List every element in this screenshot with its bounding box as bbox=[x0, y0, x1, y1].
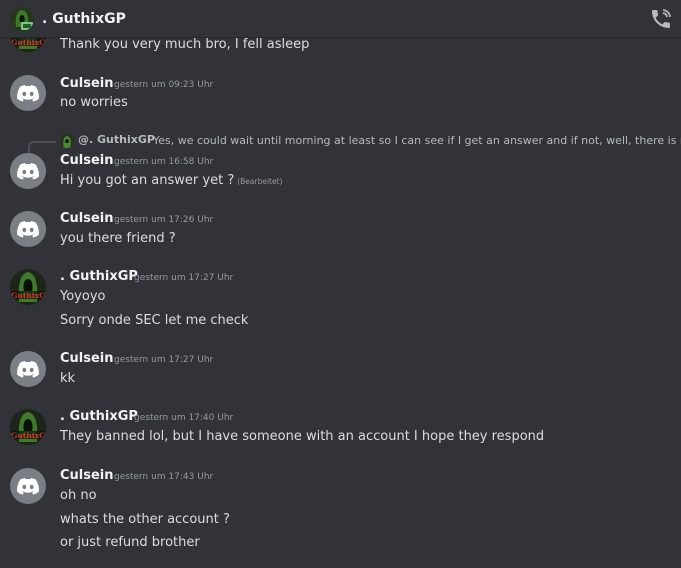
discord-logo-icon bbox=[17, 84, 39, 101]
edited-label: (Bearbeitet) bbox=[237, 177, 283, 186]
avatar-tag: GuthixGP bbox=[11, 38, 46, 47]
user-avatar[interactable] bbox=[10, 211, 46, 247]
username[interactable]: . GuthixGP bbox=[60, 269, 138, 284]
username[interactable]: Culsein bbox=[60, 468, 114, 483]
message-list: GuthixGP Thank you very much bro, I fell… bbox=[0, 38, 681, 568]
reply-preview[interactable]: @. GuthixGP Yes, we could wait until mor… bbox=[28, 132, 681, 155]
avatar-tag: GuthixGP bbox=[11, 291, 46, 300]
timestamp: gestern um 17:40 Uhr bbox=[134, 413, 234, 423]
timestamp: gestern um 16:58 Uhr bbox=[114, 157, 214, 167]
username[interactable]: Culsein bbox=[60, 153, 114, 168]
voice-call-icon[interactable] bbox=[649, 7, 673, 31]
timestamp: gestern um 09:23 Uhr bbox=[114, 80, 214, 90]
chat-header: . GuthixGP bbox=[0, 0, 681, 38]
user-avatar[interactable] bbox=[10, 153, 46, 189]
user-avatar[interactable] bbox=[10, 75, 46, 111]
timestamp: gestern um 17:26 Uhr bbox=[114, 215, 214, 225]
message-text: oh no bbox=[60, 488, 97, 503]
username[interactable]: Culsein bbox=[60, 351, 114, 366]
discord-logo-icon bbox=[17, 477, 39, 494]
user-avatar[interactable]: GuthixGP bbox=[10, 269, 46, 305]
guthix-avatar[interactable] bbox=[10, 6, 34, 31]
hooded-figure-icon bbox=[10, 6, 34, 31]
message-text: Yoyoyo bbox=[60, 289, 106, 304]
timestamp: gestern um 17:27 Uhr bbox=[114, 355, 214, 365]
hooded-figure-icon bbox=[60, 135, 74, 148]
message-text: or just refund brother bbox=[60, 535, 200, 550]
username[interactable]: Culsein bbox=[60, 211, 114, 226]
message-text: Thank you very much bro, I fell asleep bbox=[60, 38, 310, 52]
message-text: They banned lol, but I have someone with… bbox=[60, 429, 545, 444]
discord-logo-icon bbox=[17, 360, 39, 377]
message-body: Hi you got an answer yet ? bbox=[60, 173, 235, 188]
chat-title: . GuthixGP bbox=[42, 10, 126, 27]
user-avatar[interactable]: GuthixGP bbox=[10, 38, 46, 52]
username[interactable]: . GuthixGP bbox=[60, 409, 138, 424]
username[interactable]: Culsein bbox=[60, 76, 114, 91]
message-text: whats the other account ? bbox=[60, 512, 230, 527]
discord-logo-icon bbox=[17, 162, 39, 179]
reply-avatar bbox=[60, 134, 74, 148]
reply-author[interactable]: @. GuthixGP bbox=[78, 133, 155, 146]
message-text: you there friend ? bbox=[60, 231, 176, 246]
timestamp: gestern um 17:43 Uhr bbox=[114, 472, 214, 482]
discord-logo-icon bbox=[17, 220, 39, 237]
message-text: Sorry onde SEC let me check bbox=[60, 313, 249, 328]
user-avatar[interactable]: GuthixGP bbox=[10, 409, 46, 445]
message-text: kk bbox=[60, 371, 76, 386]
user-avatar[interactable] bbox=[10, 468, 46, 504]
reply-text: Yes, we could wait until morning at leas… bbox=[153, 134, 681, 147]
timestamp: gestern um 17:27 Uhr bbox=[134, 273, 234, 283]
user-avatar[interactable] bbox=[10, 351, 46, 387]
message-text: Hi you got an answer yet ? (Bearbeitet) bbox=[60, 173, 282, 188]
avatar-tag: GuthixGP bbox=[11, 431, 46, 440]
message-text: no worries bbox=[60, 95, 128, 110]
